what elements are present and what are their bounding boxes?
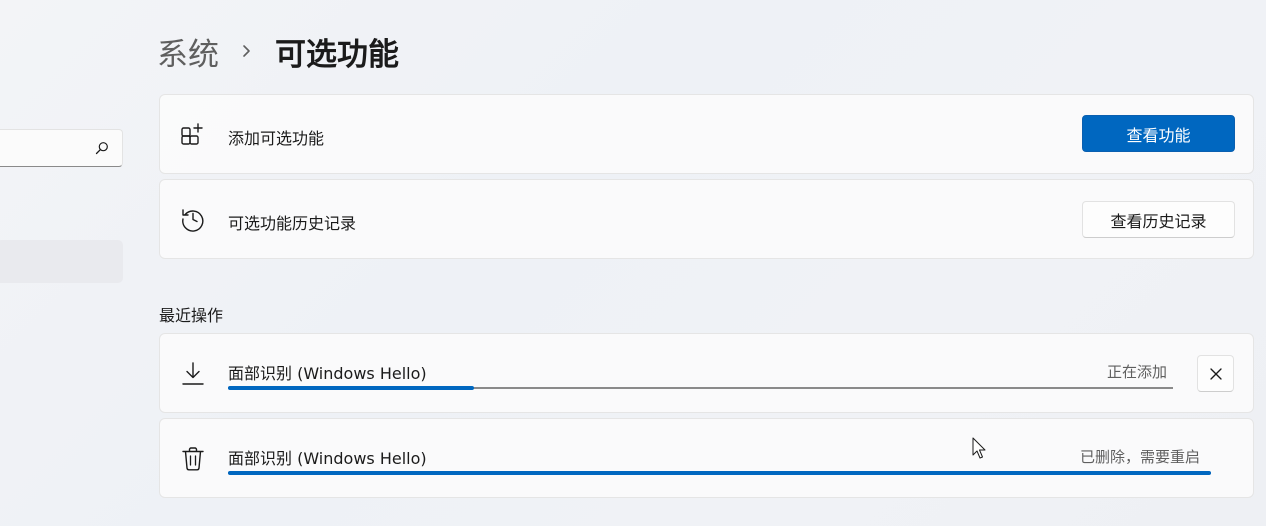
recent-actions-heading: 最近操作 (159, 306, 224, 325)
view-features-button[interactable]: 查看功能 (1082, 115, 1235, 152)
download-icon (182, 362, 204, 385)
history-icon (182, 209, 204, 232)
install-progress-bar (228, 386, 1173, 390)
feature-history-card: 可选功能历史记录 查看历史记录 (159, 179, 1254, 259)
feature-history-label: 可选功能历史记录 (228, 214, 357, 233)
add-feature-label: 添加可选功能 (228, 129, 325, 148)
cancel-install-button[interactable] (1197, 355, 1234, 392)
install-status: 正在添加 (1107, 363, 1168, 381)
search-icon (95, 142, 108, 155)
feature-name: 面部识别 (Windows Hello) (228, 364, 427, 383)
recent-action-item: 面部识别 (Windows Hello) 已删除，需要重启 (159, 418, 1254, 498)
view-history-button[interactable]: 查看历史记录 (1082, 201, 1235, 238)
uninstall-status: 已删除，需要重启 (1080, 448, 1201, 466)
breadcrumb: 系统 可选功能 (157, 28, 399, 74)
add-feature-card: 添加可选功能 查看功能 (159, 94, 1254, 174)
trash-icon (182, 447, 204, 471)
mouse-cursor-icon (972, 437, 986, 459)
add-apps-icon (181, 123, 203, 145)
feature-name: 面部识别 (Windows Hello) (228, 449, 427, 468)
page-title: 可选功能 (275, 36, 399, 73)
recent-action-item: 面部识别 (Windows Hello) 正在添加 (159, 333, 1254, 413)
uninstall-progress-fill (228, 471, 1211, 475)
breadcrumb-parent-link[interactable]: 系统 (157, 29, 219, 74)
close-icon (1209, 367, 1222, 380)
navigation-pane (0, 0, 140, 526)
uninstall-progress-bar (228, 471, 1211, 475)
search-input[interactable] (0, 129, 123, 167)
install-progress-fill (228, 386, 474, 390)
nav-item-selected[interactable] (0, 240, 123, 283)
chevron-right-icon (243, 45, 250, 57)
